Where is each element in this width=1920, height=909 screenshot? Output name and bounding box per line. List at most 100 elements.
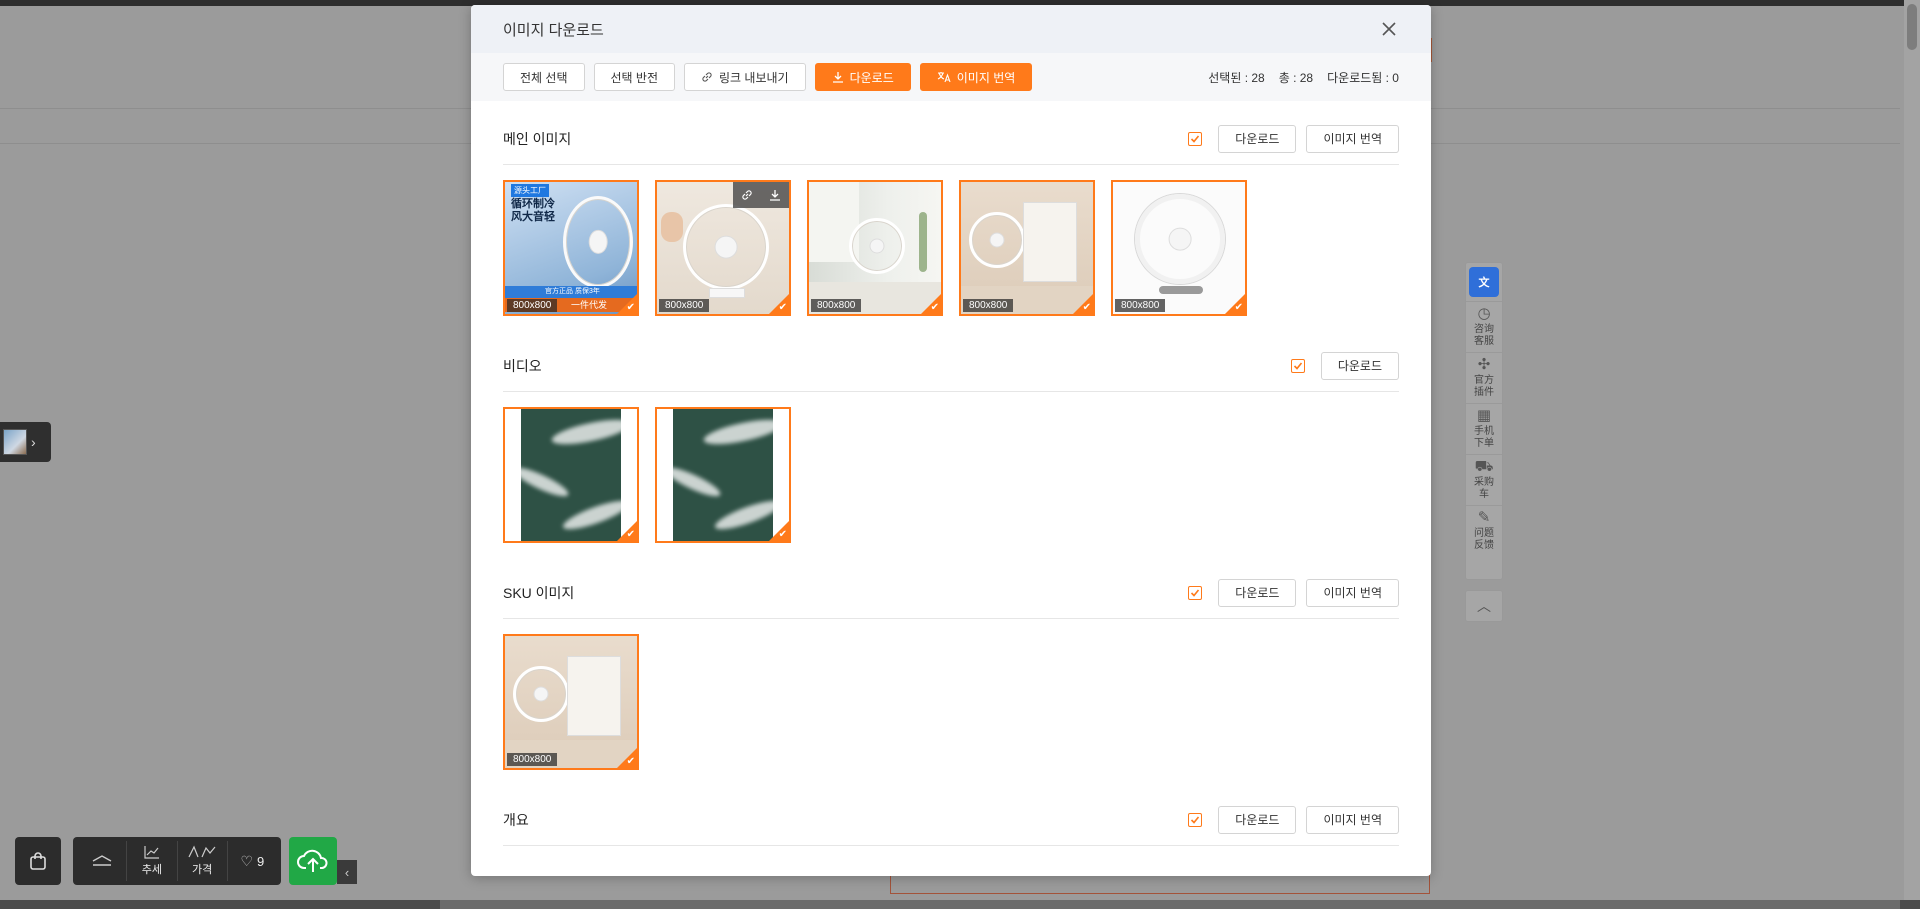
mobile-order-button[interactable]: ▦ 手机下单	[1466, 403, 1502, 454]
section-translate-button[interactable]: 이미지 번역	[1306, 805, 1399, 834]
stack-icon	[92, 855, 111, 866]
official-plugin-button[interactable]: ✣ 官方插件	[1466, 352, 1502, 403]
image-size-label: 800x800	[507, 299, 558, 312]
heart-icon: ♡	[240, 853, 254, 869]
select-section-checkbox[interactable]	[1290, 358, 1305, 373]
select-all-button[interactable]: 전체 선택	[503, 63, 585, 91]
section-download-button[interactable]: 다운로드	[1218, 805, 1297, 834]
video-thumbnail[interactable]: ✔	[655, 407, 791, 543]
qr-code-icon: ▦	[1476, 407, 1492, 424]
image-thumbnail[interactable]: 800x800 ✔	[807, 180, 943, 316]
fan-stand	[709, 288, 745, 298]
price-button[interactable]: 가격	[178, 841, 228, 881]
overview-header: 개요 다운로드 이미지 번역	[503, 794, 1399, 846]
sku-images-header: SKU 이미지 다운로드 이미지 번역	[503, 567, 1399, 619]
check-icon: ✔	[1234, 302, 1243, 313]
modal-title: 이미지 다운로드	[503, 21, 604, 39]
product-thumbnail	[3, 429, 27, 455]
hand-shape	[661, 212, 683, 242]
image-size-label: 800x800	[507, 753, 558, 766]
favorites-button[interactable]: ♡ 9	[228, 841, 277, 881]
right-toolbar-label: 问题反馈	[1474, 528, 1494, 551]
selected-count: 선택된 : 28	[1208, 70, 1265, 85]
section-download-button[interactable]: 다운로드	[1218, 578, 1297, 607]
select-section-checkbox[interactable]	[1188, 131, 1203, 146]
section-title: SKU 이미지	[503, 584, 575, 601]
download-icon[interactable]	[769, 189, 781, 201]
bottom-tools-group: 추세 가격 ♡ 9	[73, 837, 281, 885]
section-title: 비디오	[503, 357, 542, 374]
feedback-button[interactable]: ✎ 问题反馈	[1466, 505, 1502, 556]
right-toolbar-label: 采购车	[1474, 477, 1494, 500]
close-icon[interactable]	[1379, 19, 1399, 39]
export-links-button[interactable]: 링크 내보내기	[684, 63, 806, 91]
shopping-bag-button[interactable]	[15, 837, 61, 885]
link-icon	[702, 72, 712, 82]
image-thumbnail[interactable]: 800x800 ✔	[655, 180, 791, 316]
invert-selection-button[interactable]: 선택 반전	[593, 63, 675, 91]
check-icon: ✔	[626, 756, 635, 767]
section-translate-button[interactable]: 이미지 번역	[1306, 578, 1399, 607]
video-frame	[673, 409, 773, 541]
toolbar-collapse-button[interactable]: ‹	[337, 860, 357, 884]
page-scrollbar[interactable]	[1904, 0, 1920, 900]
image-thumbnail[interactable]: 源头工厂 循环制冷 风大音轻 官方正品 质保3年 一件代发 800x800 ✔	[503, 180, 639, 316]
image-thumbnail[interactable]: 800x800 ✔	[959, 180, 1095, 316]
trend-label: 추세	[141, 864, 162, 876]
downloaded-count: 다운로드됨 : 0	[1327, 70, 1399, 85]
select-section-checkbox[interactable]	[1188, 812, 1203, 827]
checkmark-icon	[1293, 361, 1302, 370]
section-download-button[interactable]: 다운로드	[1218, 124, 1297, 153]
wave-shape	[521, 462, 572, 502]
left-floating-tab[interactable]: ›	[0, 422, 51, 462]
customer-service-button[interactable]: ◷ 咨询客服	[1466, 301, 1502, 352]
download-all-button[interactable]: 다운로드	[814, 63, 911, 91]
check-icon: ✔	[778, 529, 787, 540]
price-wave-icon	[188, 845, 216, 858]
image-badge: 源头工厂	[511, 184, 549, 197]
fan-stand	[1159, 286, 1203, 294]
main-images-header: 메인 이미지 다운로드 이미지 번역	[503, 113, 1399, 165]
purchase-cart-button[interactable]: ⛟ 采购车	[1466, 454, 1502, 505]
wave-shape	[550, 414, 621, 450]
chevron-right-icon: ›	[31, 434, 36, 450]
translate-images-button[interactable]: 이미지 번역	[919, 63, 1033, 91]
checkmark-icon	[1191, 815, 1200, 824]
select-section-checkbox[interactable]	[1188, 585, 1203, 600]
section-translate-button[interactable]: 이미지 번역	[1306, 124, 1399, 153]
modal-content[interactable]: 메인 이미지 다운로드 이미지 번역 源头工厂 循环制冷 风大音轻 官方正品 质…	[471, 113, 1431, 846]
scroll-to-top-button[interactable]: ︿	[1465, 590, 1503, 622]
favorites-count: 9	[257, 853, 265, 869]
wave-shape	[702, 414, 773, 450]
translate-icon	[937, 72, 951, 83]
check-icon: ✔	[778, 302, 787, 313]
fan-shape	[1135, 194, 1225, 284]
section-title: 메인 이미지	[503, 130, 572, 147]
collapse-tool-button[interactable]	[77, 841, 128, 881]
image-thumbnail[interactable]: 800x800 ✔	[503, 634, 639, 770]
link-icon[interactable]	[741, 189, 753, 201]
check-icon: ✔	[626, 529, 635, 540]
section-actions: 다운로드 이미지 번역	[1188, 124, 1399, 153]
cloud-upload-button[interactable]	[289, 837, 337, 885]
section-download-button[interactable]: 다운로드	[1320, 351, 1399, 380]
puzzle-icon: ✣	[1477, 356, 1491, 373]
section-title: 개요	[503, 811, 529, 828]
translate-logo-icon[interactable]: 文	[1469, 267, 1499, 297]
box-shape	[567, 656, 621, 736]
line-chart-icon	[144, 846, 159, 859]
fan-shape	[849, 218, 905, 274]
section-actions: 다운로드 이미지 번역	[1188, 805, 1399, 834]
scrollbar-thumb[interactable]	[1907, 4, 1917, 50]
export-links-label: 링크 내보내기	[719, 70, 789, 85]
image-thumbnail[interactable]: 800x800 ✔	[1111, 180, 1247, 316]
video-thumbnail[interactable]: ✔	[503, 407, 639, 543]
right-toolbar-label: 手机下单	[1474, 426, 1494, 449]
edit-icon: ✎	[1477, 509, 1491, 526]
translate-images-label: 이미지 번역	[956, 70, 1016, 85]
image-size-label: 800x800	[963, 299, 1014, 312]
background-bottom-bar	[440, 900, 1900, 909]
cloud-upload-icon	[297, 849, 328, 872]
modal-toolbar: 전체 선택 선택 반전 링크 내보내기 다운로드 이미지 번역 선택된 : 28…	[471, 53, 1431, 101]
trend-button[interactable]: 추세	[127, 841, 178, 881]
